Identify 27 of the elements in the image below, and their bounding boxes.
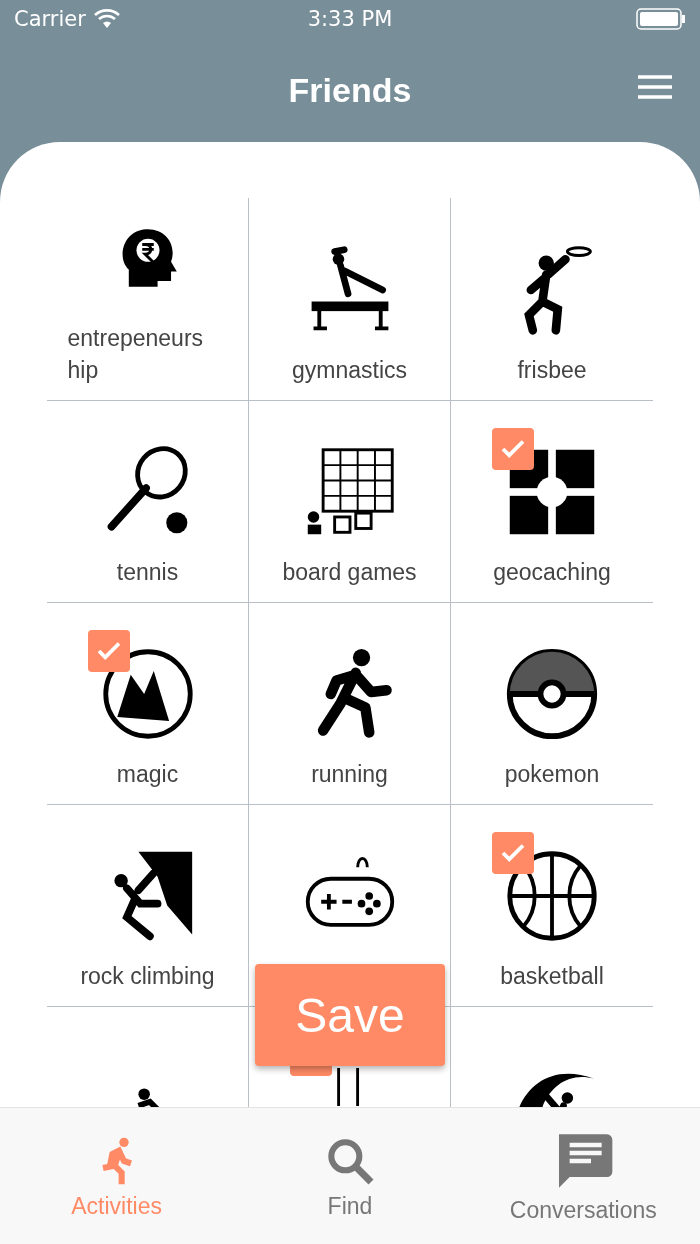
checkbox[interactable] [289,1066,332,1076]
activity-label: basketball [500,962,604,991]
activity-label: running [311,760,388,789]
checkbox[interactable] [87,630,130,672]
activity-label: frisbee [517,356,587,385]
carrier-name: Carrier [14,7,86,31]
save-button[interactable]: Save [255,964,445,1066]
checkbox[interactable] [492,428,534,470]
activity-label: geocaching [493,558,611,587]
activity-label: board games [282,558,417,587]
activity-label: rock climbing [80,962,215,991]
wifi-icon [93,9,120,29]
tab[interactable]: Activities [0,1108,234,1244]
menu-button[interactable] [638,74,672,100]
pokeball-icon[interactable] [504,646,600,742]
activity-label: tennis [116,558,179,587]
tab[interactable]: Conversations [466,1108,700,1244]
battery-icon [636,8,686,30]
activity-label: gymnastics [291,356,407,385]
basketball-icon[interactable] [504,848,600,944]
status-time: 3:33 PM [307,7,393,31]
checkbox[interactable] [492,832,534,874]
activity-label: entrepeneurs hip [67,324,205,385]
tab[interactable]: Find [233,1108,467,1244]
screen-title: Friends [288,70,412,110]
activity-label: magic [116,760,179,789]
activity-label: pokemon [504,760,600,789]
